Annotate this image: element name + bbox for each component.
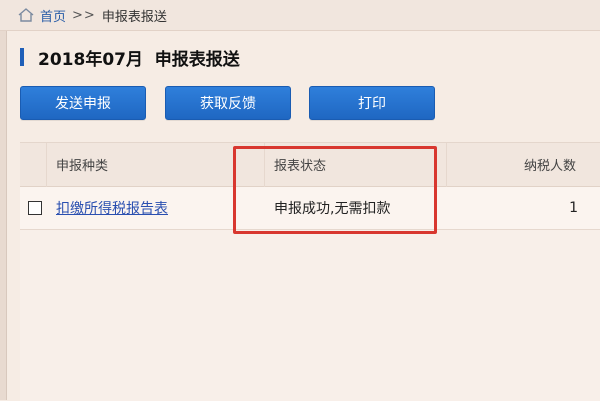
page-title: 2018年07月 申报表报送 [38,49,240,70]
status-highlight-box [233,146,437,234]
page-title-block: 2018年07月 申报表报送 [20,44,240,70]
home-icon[interactable] [18,8,34,22]
send-declaration-button[interactable]: 发送申报 [20,86,146,120]
header-declaration-type[interactable]: 申报种类 [56,143,108,186]
breadcrumb-separator: >> [72,7,96,23]
title-accent-bar [20,48,24,66]
left-panel-edge [0,31,7,400]
breadcrumb-bar: 首页 >> 申报表报送 [0,0,600,31]
breadcrumb-current: 申报表报送 [101,9,167,25]
declaration-type-link[interactable]: 扣缴所得税报告表 [56,187,168,229]
breadcrumb: 首页 >> 申报表报送 [18,5,167,25]
breadcrumb-home-link[interactable]: 首页 [40,6,66,25]
print-button[interactable]: 打印 [309,86,435,120]
get-feedback-button[interactable]: 获取反馈 [165,86,291,120]
row-checkbox[interactable] [28,201,42,215]
header-taxpayer-count[interactable]: 纳税人数 [524,143,576,186]
taxpayer-count-cell: 1 [569,200,578,216]
